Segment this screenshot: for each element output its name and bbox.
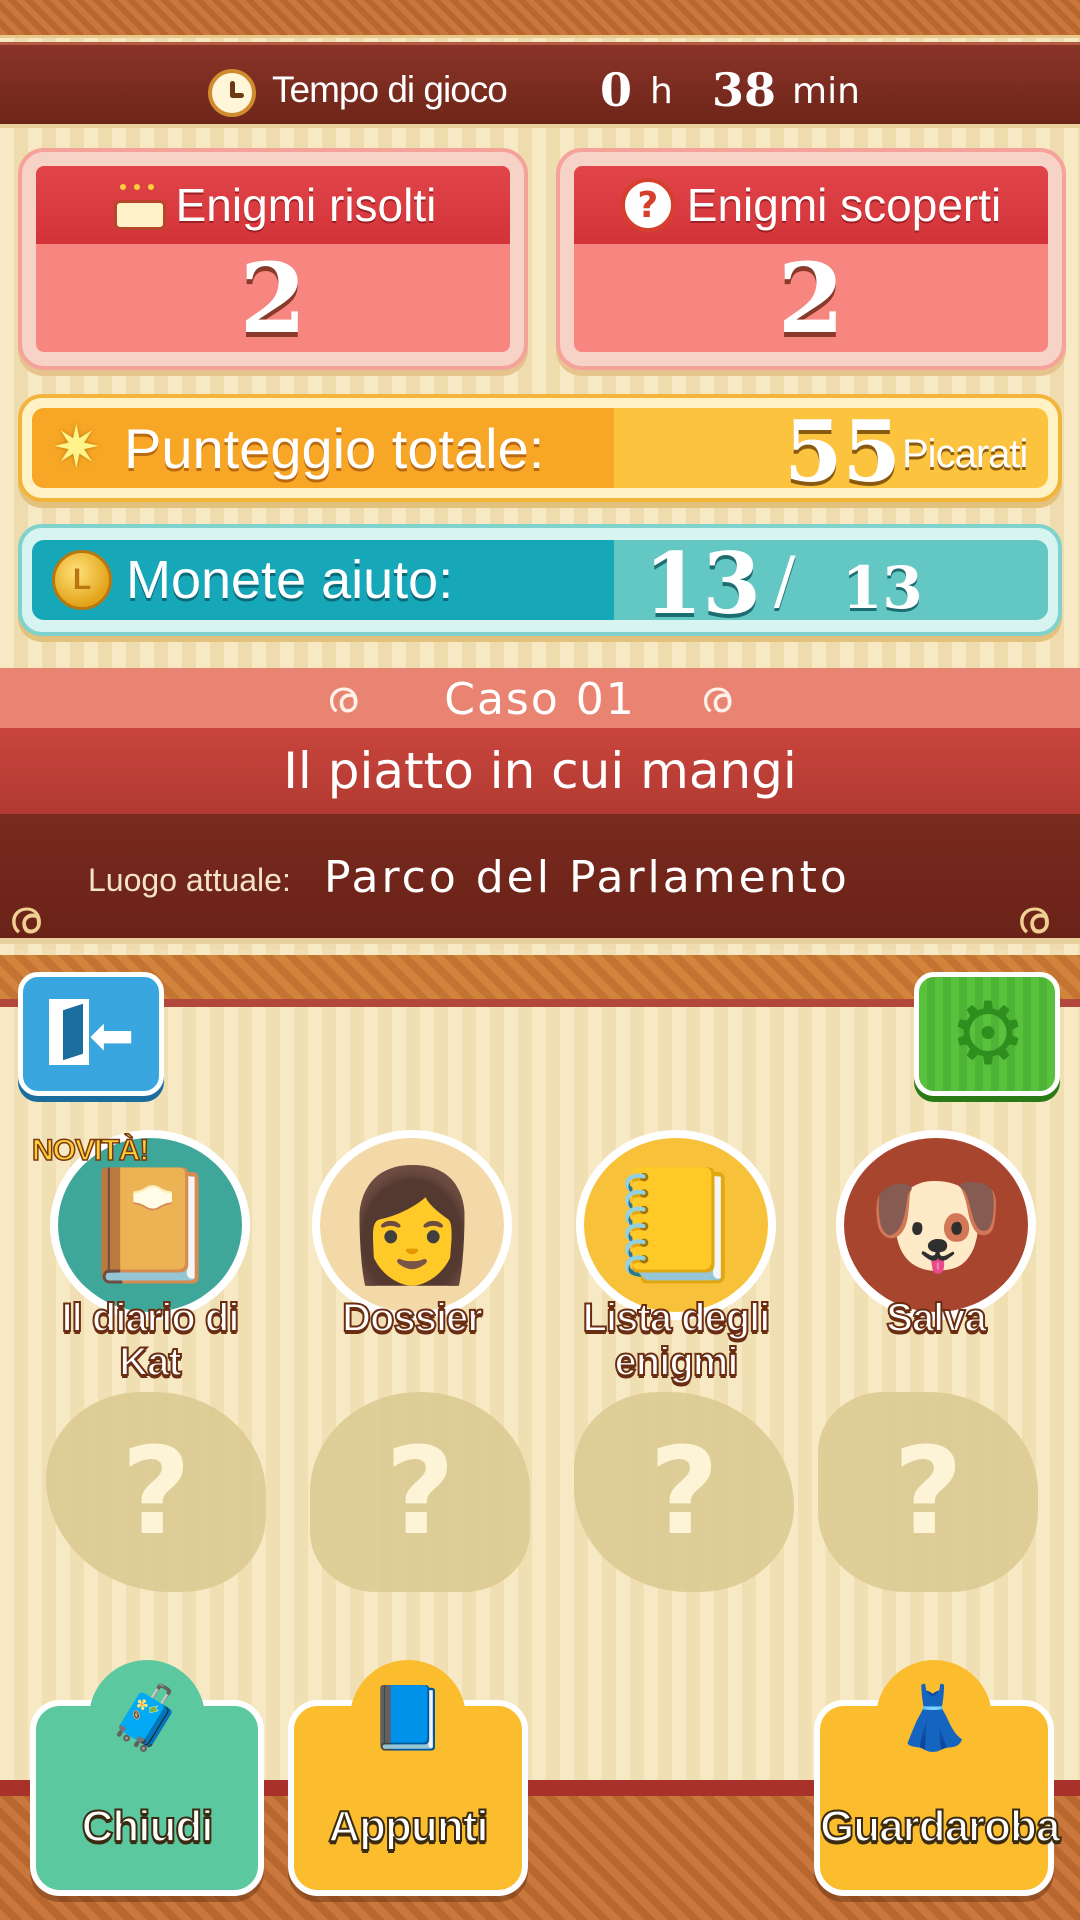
hint-coins-separator: / [774,544,796,618]
location-label: Luogo attuale: [88,862,291,898]
total-score-bar: ✷ Punteggio totale: 55 Picarati [18,394,1062,502]
hint-coins-value-area: 13 / 13 [614,534,1048,633]
notes-button[interactable]: 📘 Appunti [288,1660,528,1896]
arrow-left-icon: ⬅ [89,1004,135,1067]
notebook-icon: 📘 [350,1660,466,1776]
puzzles-solved-value: 2 [36,242,510,355]
case-title: Il piatto in cui mangi [283,742,797,800]
settings-button[interactable]: ⚙ [914,972,1060,1096]
menu-item-label: Il diario di Kat [61,1295,241,1385]
door-icon [49,999,89,1065]
corner-swirl-icon: ര [8,890,41,944]
menu-item-dossier[interactable]: 👩 Dossier [292,1120,532,1380]
close-button[interactable]: 🧳 Chiudi [30,1660,264,1896]
question-mark-icon: ? [121,1422,191,1562]
sleeping-dog-icon: 🐶 [836,1130,1036,1320]
playtime-hours-unit: h [650,71,673,112]
question-mark-icon: ? [620,178,675,232]
playtime-hours: 0 [600,63,633,117]
wardrobe-button[interactable]: 👗 Guardaroba [814,1660,1061,1896]
menu-item-label: Lista degli enigmi [582,1295,772,1385]
total-score-label-area: ✷ Punteggio totale: [32,408,614,488]
case-number-band: ര Caso 01 ര [0,668,1080,728]
total-score-unit: Picarati [902,432,1028,476]
total-score-label: Punteggio totale: [124,416,545,480]
sparkle-star-icon: ✷ [52,415,101,480]
playtime-label: Tempo di gioco [272,69,508,110]
hint-coins-label-area: L Monete aiuto: [32,540,614,620]
exit-button[interactable]: ⬅ [18,972,164,1096]
gear-icon: ⚙ [949,984,1027,1084]
total-score-value: 55 [784,402,901,501]
hint-coins-bar: L Monete aiuto: 13 / 13 [18,524,1062,636]
playtime-bar: Tempo di gioco 0 h 38 min [0,42,1080,128]
question-mark-icon: ? [893,1422,963,1562]
corner-swirl-icon: ര [1016,890,1049,944]
top-pattern-strip [0,0,1080,38]
close-button-label: Chiudi [81,1801,215,1852]
locked-menu-item: ? [310,1392,530,1592]
wardrobe-button-label: Guardaroba [819,1801,1061,1852]
menu-item-diary[interactable]: 📔 NOVITÀ! Il diario di Kat [30,1120,270,1385]
menu-item-save[interactable]: 🐶 Salva [816,1120,1056,1380]
swirl-ornament-icon: ര [700,672,732,723]
hint-coin-icon: L [52,550,112,610]
puzzles-discovered-value: 2 [574,242,1048,355]
question-mark-icon: ? [649,1422,719,1562]
hint-coins-max: 13 [842,554,923,622]
puzzles-solved-card: Enigmi risolti 2 [18,148,528,370]
location-value: Parco del Parlamento [324,852,850,903]
question-mark-icon: ? [385,1422,455,1562]
case-number: Caso 01 [444,674,636,725]
location-band: Luogo attuale: Parco del Parlamento ര ര [0,814,1080,944]
puzzle-list-icon: 📒 [576,1130,776,1320]
puzzles-discovered-label: Enigmi scoperti [686,179,1002,231]
clock-icon [208,69,256,117]
new-badge: NOVITÀ! [31,1133,150,1168]
hint-coins-label: Monete aiuto: [126,550,454,610]
puzzles-discovered-header: ? Enigmi scoperti [574,166,1048,244]
playtime-minutes-unit: min [792,71,860,112]
puzzles-solved-header: Enigmi risolti [36,166,510,244]
locked-menu-item: ? [818,1392,1038,1592]
suitcase-icon: 🧳 [89,1660,205,1776]
playtime-minutes: 38 [712,63,777,117]
puzzles-discovered-card: ? Enigmi scoperti 2 [556,148,1066,370]
total-score-value-area: 55 Picarati [614,402,1048,501]
menu-item-label: Dossier [341,1295,484,1341]
menu-item-puzzle-list[interactable]: 📒 Lista degli enigmi [556,1120,796,1385]
hint-coins-value: 13 [644,534,761,633]
puzzles-solved-label: Enigmi risolti [175,179,437,231]
case-title-band: Il piatto in cui mangi [0,728,1080,814]
cake-icon [110,182,166,230]
katrielle-icon: 👩 [312,1130,512,1320]
dress-icon: 👗 [876,1660,992,1776]
notes-button-label: Appunti [327,1801,489,1852]
menu-item-label: Salva [885,1295,988,1341]
